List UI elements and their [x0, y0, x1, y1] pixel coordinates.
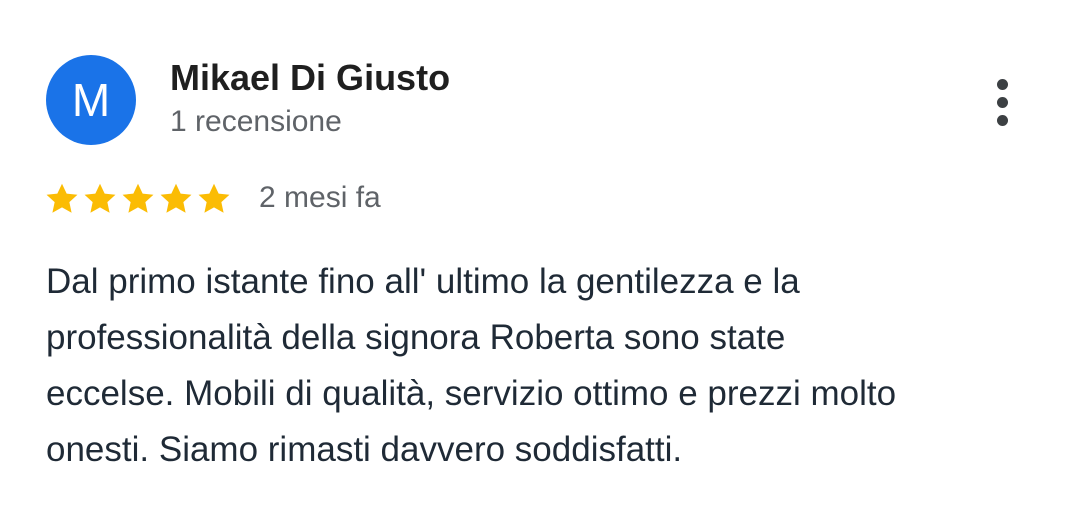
star-icon	[122, 183, 154, 213]
avatar[interactable]: M	[46, 55, 136, 145]
review-text-line: Dal primo istante fino all' ultimo la ge…	[46, 262, 800, 301]
more-options-button[interactable]	[980, 70, 1024, 134]
author-review-count: 1 recensione	[170, 105, 342, 138]
author-name[interactable]: Mikael Di Giusto	[170, 58, 450, 98]
more-vert-icon	[996, 78, 1008, 126]
star-icon	[46, 183, 78, 213]
review-text-line: professionalità della signora Roberta so…	[46, 318, 786, 357]
avatar-initial: M	[71, 74, 111, 126]
star-rating	[44, 179, 232, 219]
star-icon	[84, 183, 116, 213]
review-time: 2 mesi fa	[259, 181, 381, 214]
review-text-line: onesti. Siamo rimasti davvero soddisfatt…	[46, 430, 683, 469]
review-text-line: eccelse. Mobili di qualità, servizio ott…	[46, 374, 897, 413]
review-text: Dal primo istante fino all' ultimo la ge…	[46, 254, 1046, 478]
star-icon	[198, 183, 230, 213]
star-icon	[160, 183, 192, 213]
